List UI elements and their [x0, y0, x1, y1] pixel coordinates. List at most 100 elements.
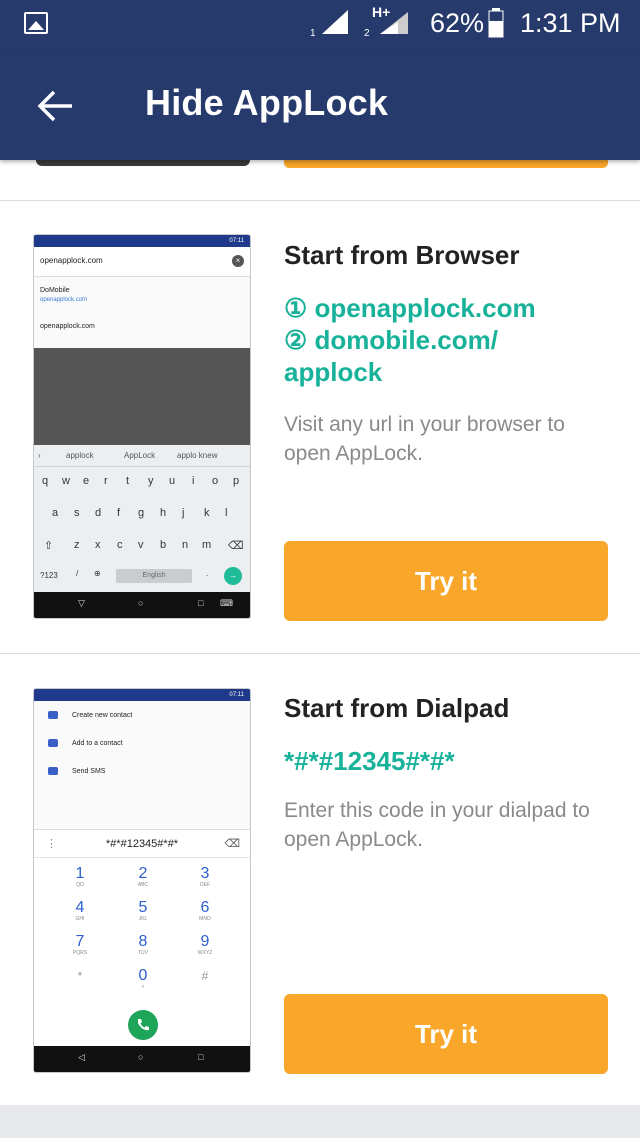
- backspace-icon: ⌫: [224, 838, 240, 850]
- preview-keyboard: › applock AppLock applo knew q w e r t y…: [34, 445, 250, 593]
- preview-suggestion-title: DoMobile: [40, 287, 70, 294]
- kb-suggestion: AppLock: [124, 451, 156, 460]
- menu-send-sms: Send SMS: [48, 767, 105, 775]
- card-title: Start from Browser: [284, 240, 520, 270]
- dial-key: *: [60, 968, 100, 984]
- clock: 1:31 PM: [520, 8, 621, 38]
- more-icon: ⋮: [46, 838, 57, 850]
- chevron-right-icon: ›: [38, 451, 41, 460]
- menu-label: Send SMS: [72, 767, 106, 775]
- kb-key: y: [148, 475, 154, 487]
- enter-icon: →: [224, 567, 242, 585]
- url-line-1: ① openapplock.com: [284, 293, 536, 323]
- menu-add-contact: Add to a contact: [48, 739, 123, 747]
- kb-key: i: [192, 475, 195, 487]
- kb-key: v: [138, 539, 144, 551]
- kb-key: c: [117, 539, 123, 551]
- kb-key: a: [52, 507, 59, 519]
- preview-url-text: openapplock.com: [40, 256, 103, 265]
- dial-letters: TUV: [138, 950, 148, 956]
- keyboard-suggestions: › applock AppLock applo knew: [34, 445, 250, 467]
- dial-code: *#*#12345#*#*: [284, 746, 455, 776]
- dial-digit: 9: [200, 933, 210, 950]
- keyboard-icon: ⌨: [220, 598, 233, 608]
- card-title: Start from Dialpad: [284, 693, 510, 723]
- back-nav-icon: ◁: [78, 1052, 85, 1062]
- url-line-2: ② domobile.com/: [284, 325, 498, 355]
- battery-percent: 62%: [430, 8, 485, 38]
- dial-input: ⋮ *#*#12345#*#* ⌫: [34, 830, 250, 858]
- dial-key: 4 GHI: [60, 900, 100, 923]
- dial-digit: 2: [138, 865, 148, 882]
- kb-key: u: [169, 475, 176, 487]
- dial-digit: 0: [138, 967, 148, 984]
- try-it-button[interactable]: Try it: [284, 541, 608, 621]
- phone-icon: [128, 1010, 158, 1040]
- dial-digit: 1: [75, 865, 85, 882]
- kb-key: z: [74, 539, 80, 551]
- back-nav-icon: ▽: [78, 598, 85, 608]
- dial-key: 5 JKL: [123, 900, 163, 923]
- dialpad: ⋮ *#*#12345#*#* ⌫ 1 QO 2 ABC 3 DEF 4 GHI 5 JK…: [34, 829, 250, 1047]
- dialpad-card: 07:11 Create new contact Add to a contac…: [0, 653, 640, 1105]
- dialpad-preview: 07:11 Create new contact Add to a contac…: [33, 688, 251, 1073]
- home-nav-icon: ○: [138, 598, 144, 608]
- dial-digit: 5: [138, 899, 148, 916]
- kb-key: w: [62, 475, 70, 487]
- dial-letters: ABC: [137, 882, 149, 888]
- image-icon: [24, 12, 48, 34]
- dial-letters: WXYZ: [197, 950, 213, 956]
- kb-key: ?123: [40, 571, 58, 580]
- list-footer: [0, 1105, 640, 1138]
- dial-key: 9 WXYZ: [185, 934, 225, 957]
- kb-key: n: [182, 539, 189, 551]
- kb-key: j: [182, 507, 185, 519]
- kb-key: x: [95, 539, 101, 551]
- kb-key: h: [160, 507, 167, 519]
- kb-suggestion: applock: [66, 451, 94, 460]
- kb-key: m: [202, 539, 212, 551]
- preview-nav-bar: ◁ ○ □: [34, 1046, 250, 1072]
- arrow-left-icon[interactable]: [36, 86, 76, 126]
- menu-label: Create new contact: [72, 711, 133, 719]
- kb-key: f: [117, 507, 121, 519]
- preview-url-bar: openapplock.com ×: [34, 247, 250, 277]
- dial-digit: *: [77, 969, 83, 983]
- content-list: 07:11 openapplock.com × DoMobile openapp…: [0, 160, 640, 1138]
- kb-key: o: [212, 475, 219, 487]
- try-it-button[interactable]: Try it: [284, 994, 608, 1074]
- dial-letters: QO: [76, 882, 84, 888]
- dial-input-text: *#*#12345#*#*: [105, 838, 179, 850]
- preview-page-area: [34, 348, 250, 445]
- dial-digit: #: [201, 969, 209, 983]
- kb-key: g: [138, 507, 145, 519]
- dial-letters: PQRS: [72, 950, 88, 956]
- kb-key: s: [74, 507, 80, 519]
- kb-key: k: [204, 507, 210, 519]
- person-add-icon: [48, 711, 58, 719]
- menu-label: Add to a contact: [72, 739, 123, 747]
- message-icon: [48, 767, 58, 775]
- preview-status-bar: 07:11: [34, 235, 250, 247]
- dial-digit: 4: [75, 899, 85, 916]
- kb-key: r: [104, 475, 108, 487]
- dial-letters: MNO: [199, 916, 211, 922]
- menu-create-contact: Create new contact: [48, 711, 132, 719]
- dial-key: 0 +: [123, 968, 163, 991]
- dial-letters: +: [141, 984, 145, 990]
- dial-key: 7 PQRS: [60, 934, 100, 957]
- dial-key: 6 MNO: [185, 900, 225, 923]
- kb-suggestion: applo knew: [177, 451, 218, 460]
- browser-card: 07:11 openapplock.com × DoMobile openapp…: [0, 200, 640, 653]
- dial-key: 2 ABC: [123, 866, 163, 889]
- close-icon: ×: [232, 255, 244, 267]
- kb-key: q: [42, 475, 49, 487]
- dial-digit: 3: [200, 865, 210, 882]
- previous-card-button[interactable]: [284, 160, 608, 168]
- network-type: H+: [372, 4, 391, 20]
- url-line-3: applock: [284, 357, 383, 387]
- kb-space: English: [116, 569, 192, 583]
- dial-digit: 8: [138, 933, 148, 950]
- person-add-icon: [48, 739, 58, 747]
- app-bar: Hide AppLock: [0, 50, 640, 160]
